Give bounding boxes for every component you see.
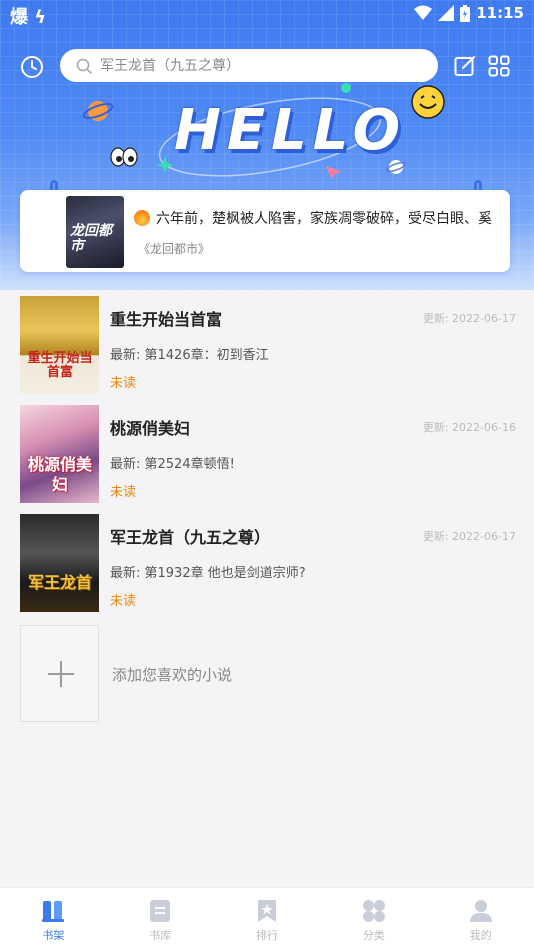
book-cover[interactable]: 桃源俏美妇 [20,405,99,503]
nav-item-category[interactable]: 分类 [320,888,427,950]
search-bar[interactable] [60,49,438,82]
nav-item-bookshelf[interactable]: 书架 [0,888,107,950]
status-notification-icons: 爆 ϟ [10,7,47,28]
search-input[interactable] [100,57,420,74]
fire-icon [134,210,150,226]
book-list-item[interactable]: 桃源俏美妇 桃源俏美妇 更新: 2022-06-16 最新: 第2524章顿悟!… [0,399,534,503]
arrow-cursor-icon [326,166,342,180]
book-cover-title: 重生开始当首富 [27,351,93,380]
book-read-status: 未读 [110,376,137,391]
book-read-status: 未读 [110,485,137,500]
planet-icon [82,101,114,121]
book-cover-title: 桃源俏美妇 [27,455,92,494]
battery-icon [460,4,471,22]
book-list-item[interactable]: 重生开始当首富 重生开始当首富 更新: 2022-06-17 最新: 第1426… [0,290,534,394]
ranking-icon [257,900,276,922]
banner-book-cover[interactable]: 龙回都市 [66,196,124,268]
smiley-icon [411,85,445,119]
signal-icon [438,5,455,21]
library-icon [150,900,171,922]
plus-icon-vertical [60,661,62,687]
book-latest-chapter: 最新: 第1426章：初到香江 [110,348,269,363]
edit-icon[interactable] [454,55,476,77]
nav-label: 书库 [149,929,172,942]
banner-book-name: 《龙回都市》 [138,242,211,256]
nav-item-ranking[interactable]: 排行 [214,888,321,950]
status-bar: 爆 ϟ 11:15 [0,0,534,30]
history-icon[interactable] [20,55,44,79]
bookshelf-icon [42,901,65,922]
book-title: 重生开始当首富 [110,310,223,329]
nav-label: 排行 [255,929,278,942]
nav-label: 分类 [362,929,385,942]
book-list-item[interactable]: 军王龙首 军王龙首（九五之尊） 更新: 2022-06-17 最新: 第1932… [0,508,534,612]
banner-description: 六年前，楚枫被人陷害，家族凋零破碎，受尽白眼、奚 [156,211,492,227]
status-right-group: 11:15 [414,4,524,22]
book-cover-title: 军王龙首 [27,573,92,592]
header-banner-area: 爆 ϟ 11:15 军王龙首（九五之尊） HELLO 龙回都市 六年前，楚枫被人… [0,0,534,290]
search-icon [76,58,92,74]
nav-label: 我的 [469,929,492,942]
banner-cover-title: 龙回都市 [70,223,112,254]
banner-description-line: 六年前，楚枫被人陷害，家族凋零破碎，受尽白眼、奚 [134,208,494,228]
book-update-date: 更新: 2022-06-17 [422,312,516,325]
nav-item-library[interactable]: 书库 [107,888,214,950]
book-update-date: 更新: 2022-06-17 [422,530,516,543]
book-title: 桃源俏美妇 [110,419,191,438]
book-title: 军王龙首（九五之尊） [110,528,271,547]
profile-icon [469,900,492,922]
recommend-banner-card[interactable]: 龙回都市 六年前，楚枫被人陷害，家族凋零破碎，受尽白眼、奚 《龙回都市》 [20,190,510,272]
bottom-navigation: 书架 书库 排行 分类 我的 [0,887,534,950]
sparkle-icon [156,156,174,174]
book-latest-chapter: 最新: 第2524章顿悟! [110,457,235,472]
nav-label: 书架 [42,929,65,942]
book-update-date: 更新: 2022-06-16 [422,421,516,434]
hello-title: HELLO [174,98,407,163]
wifi-icon [414,5,433,20]
nav-item-profile[interactable]: 我的 [427,888,534,950]
book-cover[interactable]: 军王龙首 [20,514,99,612]
category-icon [362,900,385,922]
add-book-label[interactable]: 添加您喜欢的小说 [112,664,232,685]
status-time: 11:15 [476,4,524,22]
eyes-icon [110,147,138,167]
book-latest-chapter: 最新: 第1932章 他也是剑道宗师? [110,566,306,581]
add-book-button[interactable] [20,625,99,722]
grid-view-icon[interactable] [488,55,510,77]
book-cover[interactable]: 重生开始当首富 [20,296,99,394]
book-read-status: 未读 [110,594,137,609]
